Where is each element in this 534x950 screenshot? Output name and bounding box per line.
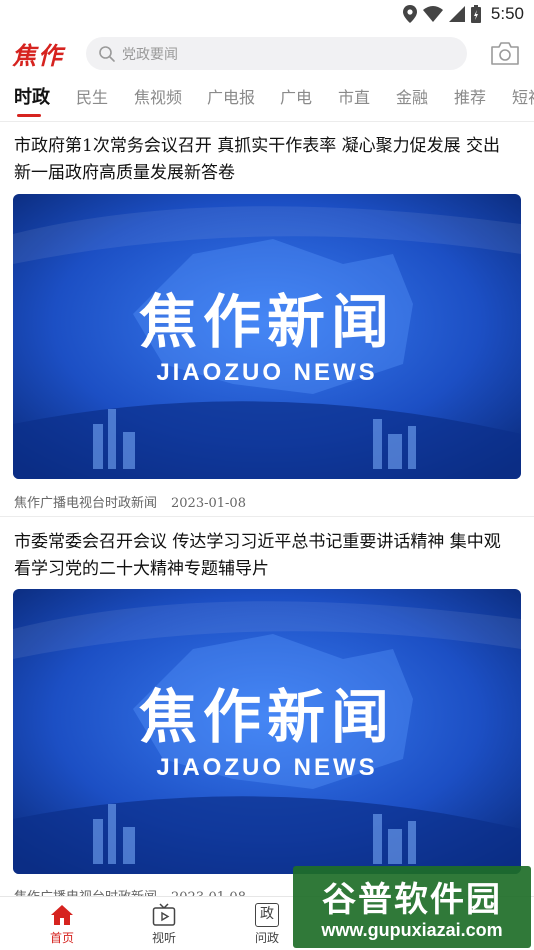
article-meta: 焦作广播电视台时政新闻 2023-01-08 <box>14 492 246 511</box>
nav-home-label: 首页 <box>49 931 74 945</box>
nav-home[interactable]: 首页 <box>32 903 92 946</box>
battery-icon <box>470 5 481 23</box>
tabs-divider <box>0 121 534 122</box>
article-title[interactable]: 市政府第1次常务会议召开 真抓实干作表率 凝心聚力促发展 交出新一届政府高质量发… <box>14 133 514 187</box>
watermark-title: 谷普软件园 <box>322 880 502 920</box>
zheng-icon: 政 <box>255 903 279 927</box>
app-header: 焦作 党政要闻 <box>0 34 534 74</box>
location-icon <box>402 5 417 23</box>
tv-icon <box>152 903 176 926</box>
article-thumbnail[interactable]: 焦作新闻 JIAOZUO NEWS <box>13 194 521 479</box>
nav-audiovisual[interactable]: 视听 <box>134 903 194 946</box>
tab-jiaoshipin[interactable]: 焦视频 <box>134 84 182 108</box>
watermark-overlay: 谷普软件园 www.gupuxiazai.com <box>293 866 531 948</box>
article-thumbnail[interactable]: 焦作新闻 JIAOZUO NEWS <box>13 589 521 874</box>
home-icon <box>51 905 73 925</box>
search-placeholder: 党政要闻 <box>122 45 178 62</box>
status-time: 5:50 <box>490 4 524 23</box>
nav-wenzheng[interactable]: 政 问政 <box>237 903 297 946</box>
tab-jinrong[interactable]: 金融 <box>396 84 428 108</box>
app-logo[interactable]: 焦作 <box>12 36 64 71</box>
wifi-icon <box>422 6 443 22</box>
status-bar: 5:50 <box>0 0 534 28</box>
tab-guangdianbao[interactable]: 广电报 <box>207 84 255 108</box>
tab-guangdian[interactable]: 广电 <box>280 84 312 108</box>
watermark-url: www.gupuxiazai.com <box>321 920 503 940</box>
news-logo-text: 焦作新闻 JIAOZUO NEWS <box>139 683 395 781</box>
active-tab-indicator <box>17 114 41 117</box>
svg-text:JIAOZUO NEWS: JIAOZUO NEWS <box>156 359 377 386</box>
tab-minsheng[interactable]: 民生 <box>76 84 108 108</box>
nav-audiovisual-label: 视听 <box>151 931 176 945</box>
camera-icon[interactable] <box>490 40 520 66</box>
status-icons: 5:50 <box>402 3 524 25</box>
svg-text:焦作新闻: 焦作新闻 <box>139 683 395 751</box>
nav-wenzheng-label: 问政 <box>254 931 279 945</box>
tab-shizhi[interactable]: 市直 <box>338 84 370 108</box>
tab-duanshipin[interactable]: 短视 <box>512 84 534 108</box>
search-bar[interactable]: 党政要闻 <box>86 37 467 70</box>
article-source: 焦作广播电视台时政新闻 <box>14 496 158 511</box>
search-icon <box>99 45 115 62</box>
article-title[interactable]: 市委常委会召开会议 传达学习习近平总书记重要讲话精神 集中观看学习党的二十大精神… <box>14 529 514 583</box>
svg-text:JIAOZUO NEWS: JIAOZUO NEWS <box>156 754 377 781</box>
article-date: 2023-01-08 <box>171 496 246 511</box>
news-logo-text: 焦作新闻 JIAOZUO NEWS <box>139 288 395 386</box>
category-tabs: 时政 民生 焦视频 广电报 广电 市直 金融 推荐 短视 <box>0 78 534 120</box>
tab-tuijian[interactable]: 推荐 <box>454 84 486 108</box>
article-divider <box>0 516 534 517</box>
tab-shizheng[interactable]: 时政 <box>14 83 50 109</box>
signal-icon <box>448 6 465 22</box>
svg-text:焦作新闻: 焦作新闻 <box>139 288 395 356</box>
